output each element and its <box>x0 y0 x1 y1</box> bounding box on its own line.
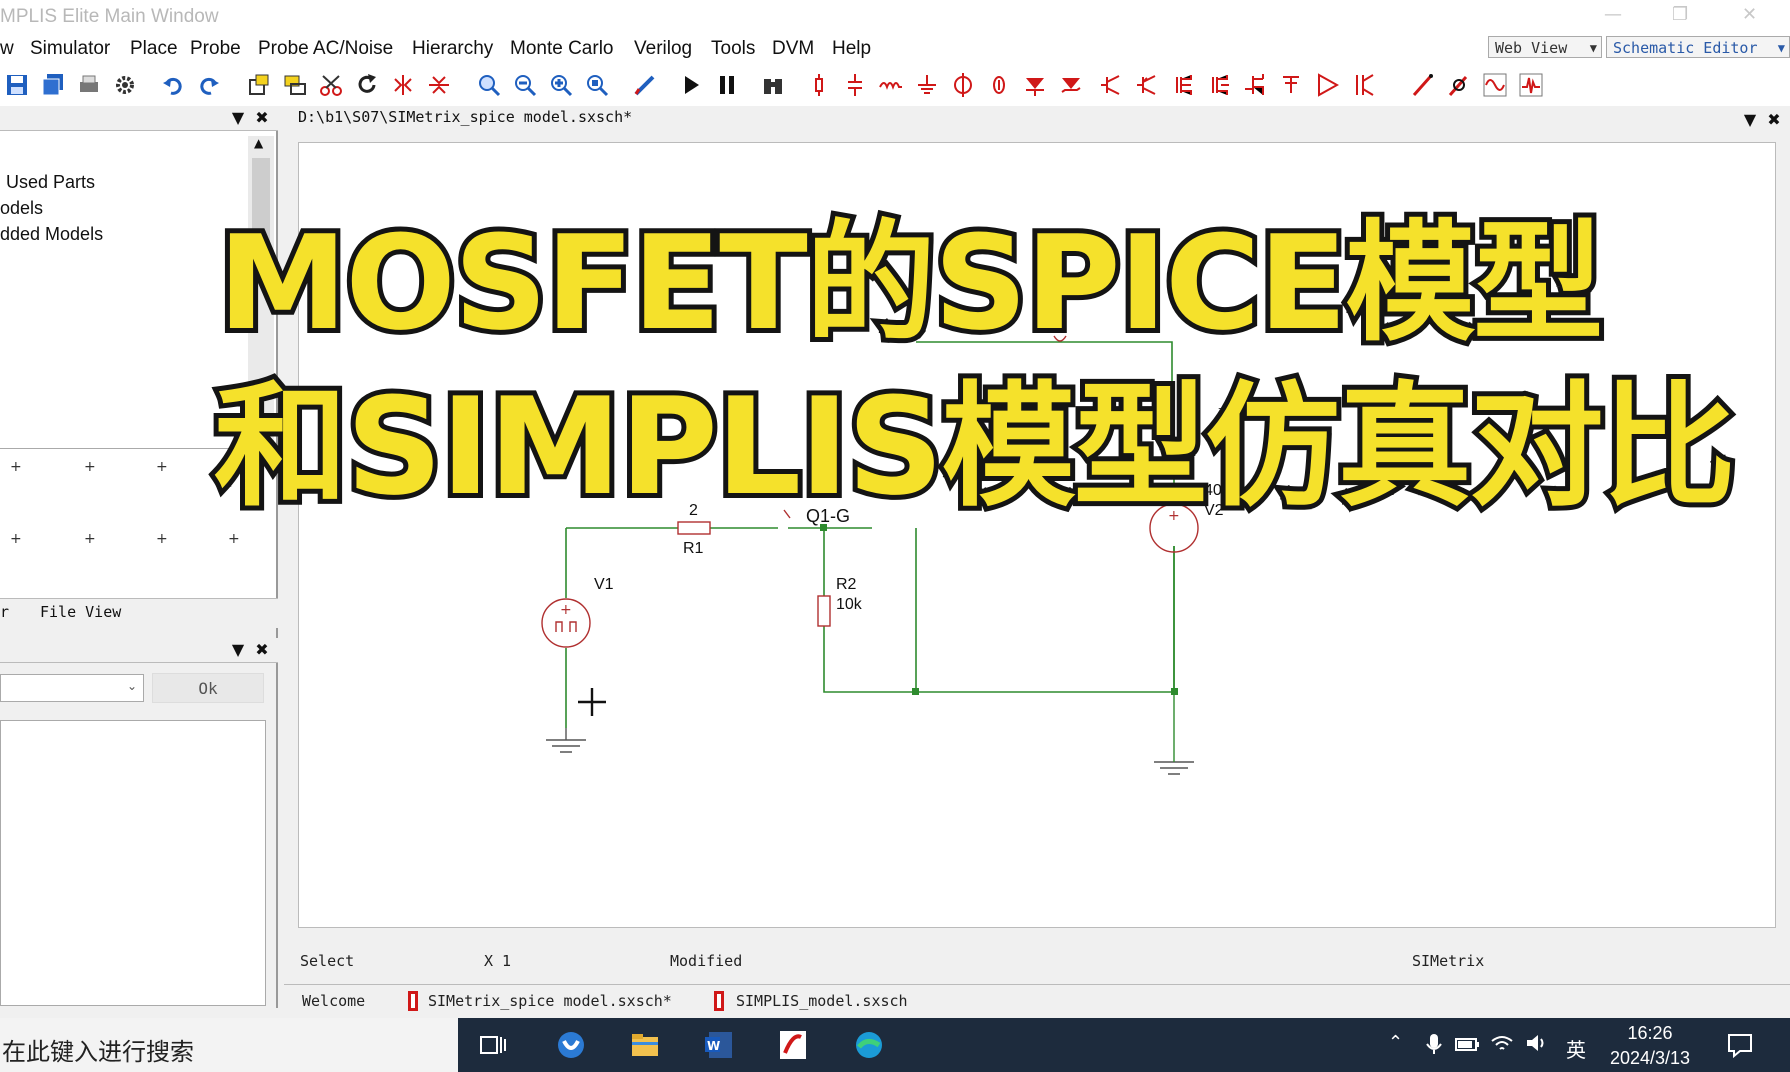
clock-date: 2024/3/13 <box>1609 1048 1691 1068</box>
clock-time: 16:26 <box>1627 1023 1673 1043</box>
schematic-file-icon <box>408 991 418 1011</box>
resistor-r2[interactable] <box>817 595 831 627</box>
ground-symbol <box>546 739 586 753</box>
pdf-icon[interactable] <box>776 1028 810 1062</box>
word-icon[interactable]: W <box>702 1028 736 1062</box>
status-simulator: SIMetrix <box>1412 952 1485 970</box>
v1-name: V1 <box>594 576 614 593</box>
status-zoom: X 1 <box>484 952 512 970</box>
junction <box>912 688 919 695</box>
status-mode: Select <box>300 952 355 970</box>
schematic-drawing: + + <box>541 335 1199 775</box>
task-view-icon[interactable] <box>476 1028 510 1062</box>
schematic-file-icon <box>714 991 724 1011</box>
tab-welcome[interactable]: Welcome <box>302 992 365 1010</box>
notification-icon[interactable] <box>1726 1032 1754 1058</box>
crosshair-cursor <box>578 688 606 716</box>
plus-sign: + <box>560 602 572 618</box>
wifi-icon[interactable] <box>1490 1032 1514 1054</box>
taskbar-search[interactable]: 在此键入进行搜索 <box>0 1018 458 1072</box>
ime-indicator[interactable]: 英 <box>1566 1034 1586 1063</box>
volume-icon[interactable] <box>1524 1032 1546 1054</box>
edge-icon[interactable] <box>852 1028 886 1062</box>
r1-name: R1 <box>683 540 704 557</box>
wire[interactable] <box>823 546 1175 693</box>
system-clock[interactable]: 16:26 2024/3/13 <box>1600 1023 1700 1069</box>
r2-value: 10k <box>836 596 862 613</box>
ground-symbol <box>1154 761 1194 775</box>
battery-icon[interactable] <box>1454 1034 1480 1054</box>
app-icon[interactable] <box>554 1028 588 1062</box>
chevron-up-icon[interactable]: ⌃ <box>1388 1032 1403 1053</box>
overlay-title-line2: 和SIMPLIS模型仿真对比 <box>209 364 1741 530</box>
search-placeholder: 在此键入进行搜索 <box>2 1038 194 1066</box>
status-state: Modified <box>670 952 743 970</box>
r2-name: R2 <box>836 576 857 593</box>
file-explorer-icon[interactable] <box>628 1028 662 1062</box>
tab-simplis-model[interactable]: SIMPLIS_model.sxsch <box>736 992 908 1010</box>
svg-text:W: W <box>707 1039 720 1053</box>
microphone-icon[interactable] <box>1424 1032 1444 1056</box>
tab-spice-model[interactable]: SIMetrix_spice model.sxsch* <box>428 992 672 1010</box>
pulse-symbol <box>555 621 577 632</box>
